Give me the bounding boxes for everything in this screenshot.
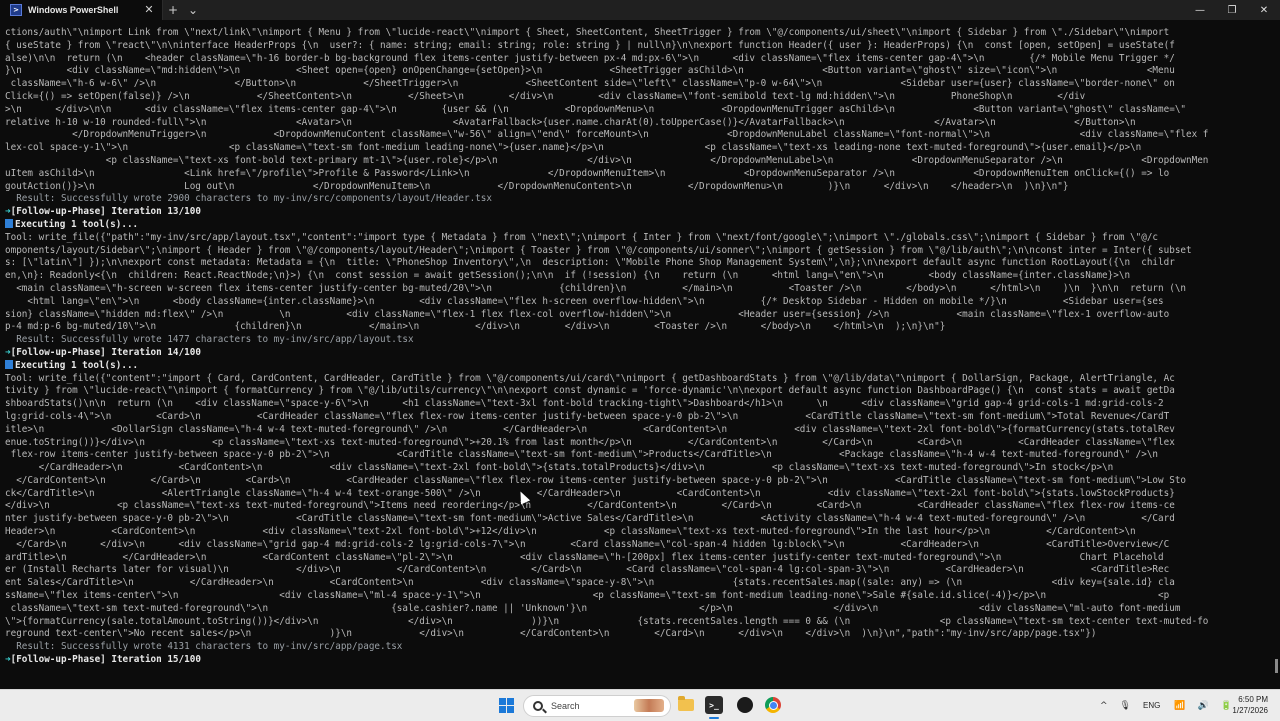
output-line: </CardHeader>\n <CardContent>\n <div cla… — [5, 462, 1114, 474]
microphone-icon[interactable]: 🎙 — [1120, 701, 1131, 711]
output-line: Header>\n <CardContent>\n <div className… — [5, 526, 1136, 538]
output-line: Tool: write_file({"content":"import { Ca… — [5, 372, 1175, 384]
info-icon — [5, 218, 13, 228]
output-line: Tool: write_file({"path":"my-inv/src/app… — [5, 231, 1159, 243]
phase-line: ➜[Follow-up-Phase] Iteration 14/100 — [5, 347, 1267, 360]
terminal-scrollbar[interactable] — [1275, 659, 1278, 673]
clock-date: 1/27/2026 — [1232, 706, 1268, 715]
output-line: ssName=\"flex items-center\">\n <div cla… — [5, 590, 1170, 602]
phase-text: [Follow-up-Phase] Iteration 14/100 — [10, 346, 201, 358]
github-icon[interactable] — [736, 696, 754, 714]
info-icon — [5, 359, 13, 369]
terminal-output[interactable]: ctions/auth\"\nimport Link from \"next/l… — [0, 27, 1277, 687]
output-line: omponents/layout/Sidebar\";\nimport { He… — [5, 244, 1192, 256]
result-line: Result: Successfully wrote 1477 characte… — [5, 334, 414, 346]
taskbar: Search >_ ^ 🎙 ENG 📶 🔊 🔋 6:50 PM 1/27/202… — [0, 689, 1280, 721]
minimize-button[interactable]: — — [1184, 0, 1216, 20]
output-line: flex-row items-center justify-between sp… — [5, 449, 1159, 461]
output-line: itle>\n <DollarSign className=\"h-4 w-4 … — [5, 423, 1175, 435]
output-line: ardTitle>\n </CardHeader>\n <CardContent… — [5, 551, 1164, 563]
wifi-icon[interactable]: 📶 — [1174, 701, 1185, 711]
result-line: Result: Successfully wrote 4131 characte… — [5, 641, 403, 653]
output-line: \">{formatCurrency(sale.totalAmount.toSt… — [5, 615, 1209, 627]
output-line: ent Sales</CardTitle>\n </CardHeader>\n … — [5, 577, 1175, 589]
output-line: alse)\n\n return (\n <header className=\… — [5, 52, 1175, 64]
phase-line: ➜[Follow-up-Phase] Iteration 15/100 — [5, 654, 1267, 667]
output-line: Click={() => setOpen(false)} />\n </Shee… — [5, 90, 1086, 102]
output-line: sion} className=\"hidden md:flex\" />\n … — [5, 308, 1170, 320]
phase-text: [Follow-up-Phase] Iteration 15/100 — [10, 654, 201, 666]
tab-title: Windows PowerShell — [28, 5, 119, 15]
output-line: uItem asChild>\n <Link href=\"/profile\"… — [5, 167, 1170, 179]
tray-overflow-chevron-icon[interactable]: ^ — [1100, 701, 1108, 711]
exec-text: Executing 1 tool(s)... — [15, 359, 139, 371]
result-line: Result: Successfully wrote 2900 characte… — [5, 193, 492, 205]
output-line: relative h-10 w-10 rounded-full\">\n <Av… — [5, 116, 1136, 128]
search-icon — [533, 701, 543, 711]
clock-time: 6:50 PM — [1238, 695, 1268, 704]
powershell-icon: > — [10, 4, 22, 16]
output-line: shboardStats()\n\n return (\n <div class… — [5, 398, 1164, 410]
tab-windows-powershell[interactable]: > Windows PowerShell ✕ — [0, 0, 163, 20]
output-line: ck</CardTitle>\n <AlertTriangle classNam… — [5, 487, 1175, 499]
output-line: </div>\n <p className=\"text-xs text-mut… — [5, 500, 1175, 512]
output-line: tivity } from \"lucide-react\"\nimport {… — [5, 385, 1175, 397]
output-line: >\n </div>\n\n <div className=\"flex ite… — [5, 103, 1187, 115]
output-line: </Card>\n </div>\n <div className=\"grid… — [5, 538, 1170, 550]
output-line: p-4 md:p-6 bg-muted/10\">\n {children}\n… — [5, 321, 946, 333]
output-line: <html lang=\"en\">\n <body className={in… — [5, 295, 1164, 307]
tab-dropdown-icon[interactable]: ⌄ — [183, 0, 203, 20]
output-line: </DropdownMenuTrigger>\n <DropdownMenuCo… — [5, 129, 1209, 141]
output-line: { useState } from \"react\"\n\ninterface… — [5, 39, 1175, 51]
terminal-icon[interactable]: >_ — [705, 696, 723, 719]
close-window-button[interactable]: ✕ — [1248, 0, 1280, 20]
taskbar-search[interactable]: Search — [523, 695, 671, 717]
output-line: ctions/auth\"\nimport Link from \"next/l… — [5, 27, 1170, 38]
search-highlight-image — [634, 699, 664, 712]
output-line: enue.toString())}</div>\n <p className=\… — [5, 436, 1175, 448]
output-line: reground text-center\">No recent sales</… — [5, 628, 1097, 640]
volume-icon[interactable]: 🔊 — [1198, 701, 1209, 711]
clock[interactable]: 6:50 PM 1/27/2026 — [1224, 694, 1268, 716]
system-tray: ^ 🎙 ENG 📶 🔊 🔋 — [1100, 690, 1244, 721]
new-tab-button[interactable]: + — [163, 0, 183, 20]
window-controls: — ❐ ✕ — [1184, 0, 1280, 20]
output-line: goutAction()}>\n Log out\n </DropdownMen… — [5, 180, 1069, 192]
maximize-button[interactable]: ❐ — [1216, 0, 1248, 20]
output-line: className=\"h-6 w-6\" />\n </Button>\n <… — [5, 78, 1175, 90]
output-line: en,\n}: Readonly<{\n children: React.Rea… — [5, 270, 1131, 282]
output-line: lex-col space-y-1\">\n <p className=\"te… — [5, 142, 1142, 154]
exec-line: Executing 1 tool(s)... — [5, 218, 1267, 232]
output-line: lg:grid-cols-4\">\n <Card>\n <CardHeader… — [5, 410, 1170, 422]
output-line: }\n <div className=\"md:hidden\">\n <She… — [5, 65, 1175, 77]
output-line: nter justify-between space-y-0 pb-2\">\n… — [5, 513, 1175, 525]
start-icon[interactable] — [499, 698, 514, 713]
output-line: className=\"text-sm text-muted-foregroun… — [5, 602, 1181, 614]
file-explorer-icon[interactable] — [677, 696, 695, 714]
chrome-icon[interactable] — [764, 696, 782, 714]
language-indicator[interactable]: ENG — [1143, 701, 1160, 710]
phase-text: [Follow-up-Phase] Iteration 13/100 — [10, 206, 201, 218]
output-line: <p className=\"text-xs font-bold text-pr… — [5, 154, 1209, 166]
output-line: </CardContent>\n </Card>\n <Card>\n <Car… — [5, 474, 1187, 486]
output-line: s: [\"latin\"] });\n\nexport const metad… — [5, 257, 1175, 269]
search-placeholder: Search — [551, 701, 580, 711]
output-line: <main className=\"h-screen w-screen flex… — [5, 282, 1187, 294]
title-bar: > Windows PowerShell ✕ + ⌄ — ❐ ✕ — [0, 0, 1280, 20]
exec-text: Executing 1 tool(s)... — [15, 218, 139, 230]
output-line: er (Install Recharts later for visual)\n… — [5, 564, 1170, 576]
tab-close-icon[interactable]: ✕ — [142, 3, 156, 17]
exec-line: Executing 1 tool(s)... — [5, 359, 1267, 373]
phase-line: ➜[Follow-up-Phase] Iteration 13/100 — [5, 206, 1267, 219]
